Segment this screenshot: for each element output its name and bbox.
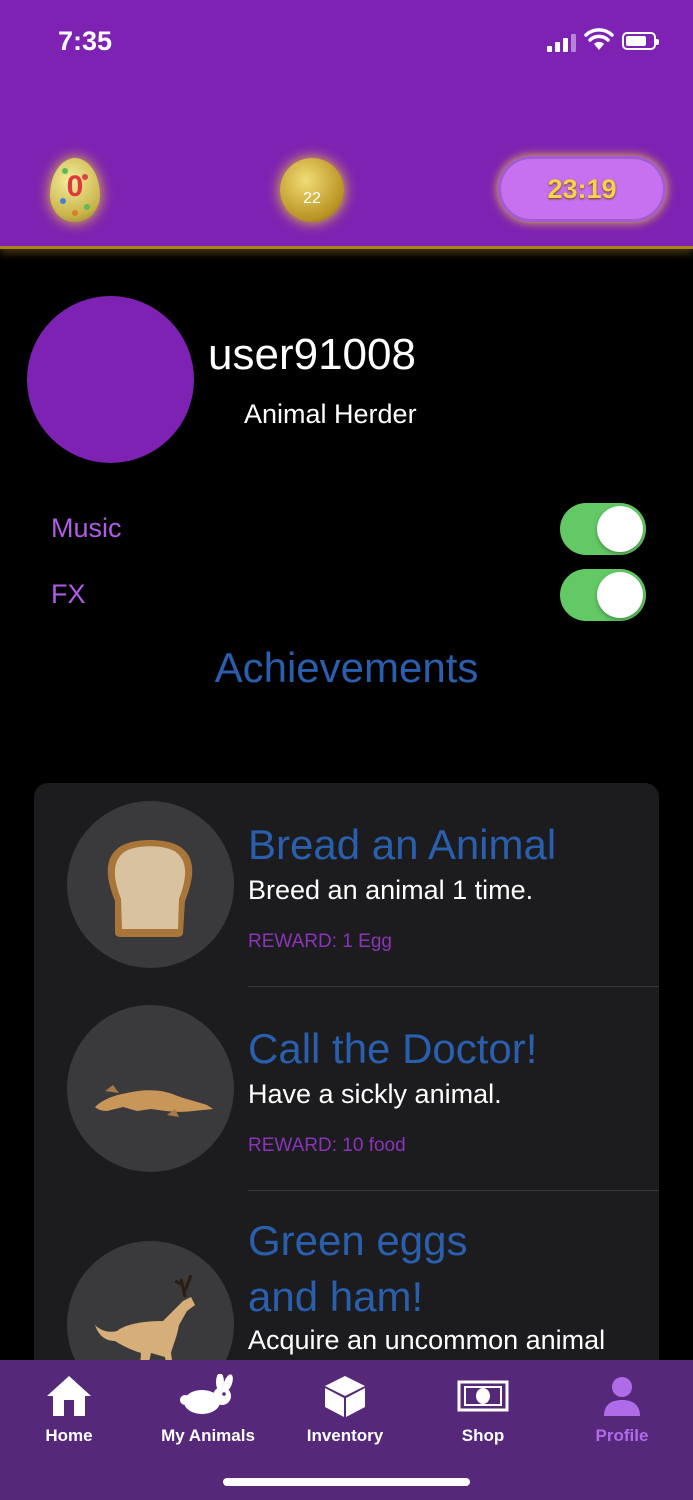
top-bar: 7:35 0 22 23:19	[0, 0, 693, 249]
fx-toggle[interactable]	[560, 569, 646, 621]
egg-counter[interactable]: 0	[50, 158, 100, 222]
status-time: 7:35	[58, 26, 113, 56]
music-label: Music	[51, 513, 122, 543]
achievement-item[interactable]: Bread an Animal Breed an animal 1 time. …	[34, 783, 659, 987]
achievement-description: Have a sickly animal.	[248, 1079, 502, 1109]
egg-count: 0	[66, 170, 84, 203]
achievement-name: Call the Doctor!	[248, 1025, 538, 1072]
coin-counter[interactable]: 22	[280, 158, 344, 222]
toggle-knob	[597, 506, 643, 552]
tab-shop[interactable]: Shop	[423, 1374, 543, 1454]
music-toggle[interactable]	[560, 503, 646, 555]
tab-label: Inventory	[306, 1426, 384, 1445]
battery-icon	[622, 32, 659, 50]
home-icon	[47, 1376, 91, 1416]
wifi-icon	[584, 28, 614, 50]
achievements-list[interactable]: Bread an Animal Breed an animal 1 time. …	[34, 783, 659, 1403]
money-icon	[457, 1380, 509, 1412]
achievements-title: Achievements	[214, 644, 479, 691]
achievement-name: Bread an Animal	[248, 821, 557, 868]
toggle-knob	[597, 572, 643, 618]
tab-label: Shop	[461, 1426, 505, 1445]
signal-icon	[547, 34, 577, 52]
tab-inventory[interactable]: Inventory	[285, 1374, 405, 1454]
achievement-name-line-2: and ham!	[248, 1273, 424, 1320]
achievement-name: Green eggs and ham!	[248, 1213, 648, 1325]
achievement-name-line-1: Green eggs	[248, 1217, 468, 1264]
person-icon	[604, 1377, 640, 1416]
box-icon	[325, 1376, 365, 1417]
bread-icon	[67, 801, 234, 968]
avatar[interactable]	[27, 296, 194, 463]
tab-home[interactable]: Home	[9, 1374, 129, 1454]
coin-count: 22	[303, 190, 321, 207]
tab-label: Home	[45, 1426, 93, 1445]
tab-my-animals[interactable]: My Animals	[148, 1374, 268, 1454]
player-rank: Animal Herder	[244, 399, 417, 429]
timer-button[interactable]: 23:19	[498, 156, 666, 222]
achievement-description: Acquire an uncommon animal	[248, 1325, 606, 1355]
tab-profile[interactable]: Profile	[562, 1374, 682, 1454]
achievement-item[interactable]: Call the Doctor! Have a sickly animal. R…	[34, 987, 659, 1191]
achievement-reward: REWARD: 1 Egg	[248, 931, 392, 952]
tab-label: Profile	[595, 1426, 649, 1445]
home-indicator[interactable]	[223, 1478, 470, 1486]
tab-label: My Animals	[161, 1426, 255, 1445]
fx-label: FX	[51, 579, 86, 609]
username: user91008	[208, 330, 416, 379]
sick-animal-icon	[67, 1005, 234, 1172]
achievement-reward: REWARD: 10 food	[248, 1135, 406, 1156]
rabbit-icon	[180, 1374, 233, 1414]
achievement-description: Breed an animal 1 time.	[248, 875, 534, 905]
